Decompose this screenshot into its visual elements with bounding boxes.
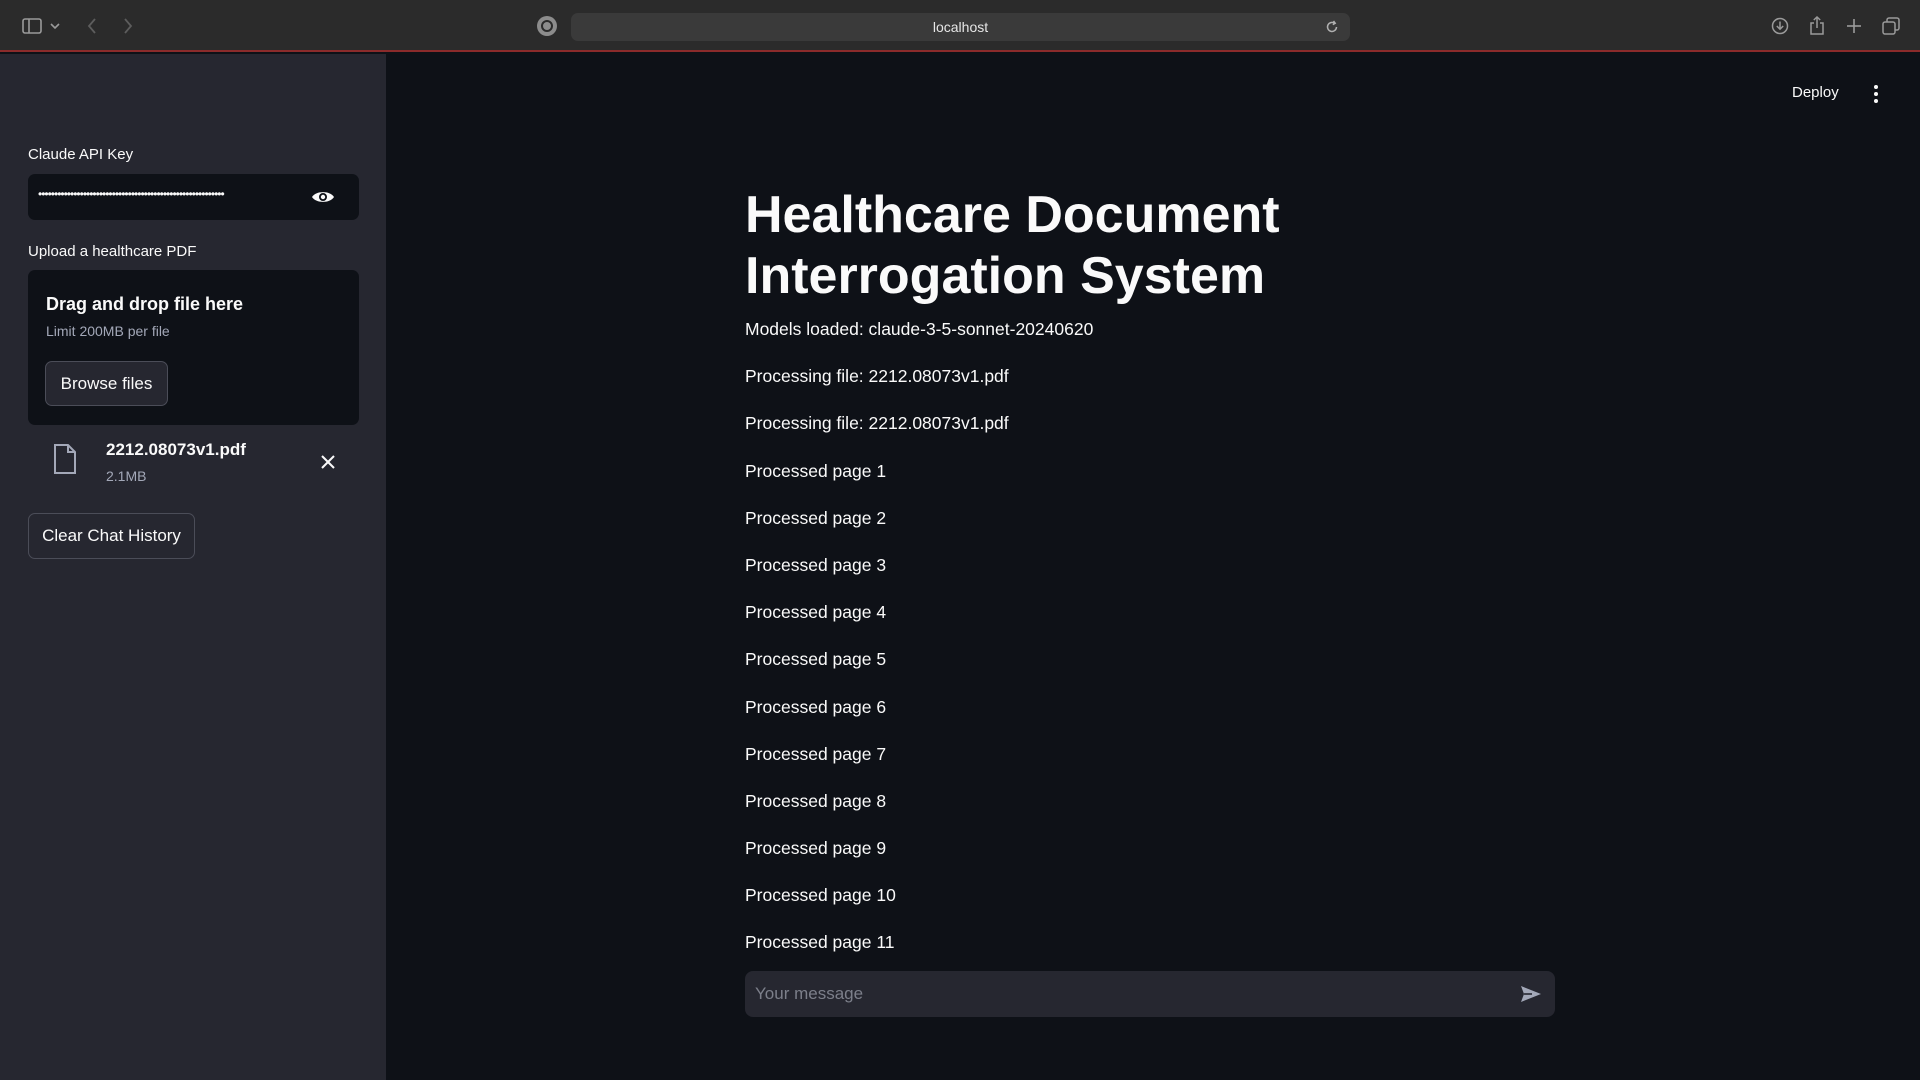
dropzone-title: Drag and drop file here bbox=[46, 294, 244, 314]
log-line: Processed page 8 bbox=[745, 790, 887, 811]
tabs-icon[interactable] bbox=[1879, 14, 1903, 38]
chat-input-bar bbox=[745, 971, 1555, 1017]
kebab-menu-icon[interactable] bbox=[1866, 82, 1886, 106]
chevron-down-icon[interactable] bbox=[48, 14, 62, 38]
uploaded-file: 2212.08073v1.pdf 2.1MB bbox=[28, 434, 359, 494]
file-size: 2.1MB bbox=[106, 468, 147, 484]
file-dropzone[interactable]: Drag and drop file here Limit 200MB per … bbox=[28, 270, 359, 425]
plus-icon[interactable] bbox=[1842, 14, 1866, 38]
log-line: Processed page 6 bbox=[745, 696, 887, 717]
log-line: Models loaded: claude-3-5-sonnet-2024062… bbox=[745, 319, 1094, 339]
page-title: Healthcare Document Interrogation System bbox=[745, 186, 1280, 305]
send-icon[interactable] bbox=[1519, 983, 1543, 1005]
sidebar: Claude API Key •••••••••••••••••••••••••… bbox=[0, 54, 386, 1080]
browse-files-button[interactable]: Browse files bbox=[45, 361, 168, 406]
log-line: Processed page 11 bbox=[745, 932, 895, 953]
reload-icon[interactable] bbox=[1322, 17, 1342, 37]
sidebar-icon[interactable] bbox=[20, 14, 44, 38]
file-name: 2212.08073v1.pdf bbox=[106, 440, 246, 459]
processing-log: Models loaded: claude-3-5-sonnet-2024062… bbox=[745, 318, 1565, 953]
log-line: Processed page 5 bbox=[745, 649, 887, 670]
site-icon bbox=[537, 16, 557, 36]
chevron-left-icon[interactable] bbox=[80, 14, 104, 38]
download-icon[interactable] bbox=[1768, 14, 1792, 38]
log-line: Processing file: 2212.08073v1.pdf bbox=[745, 366, 1009, 387]
log-line: Processed page 9 bbox=[745, 838, 887, 859]
log-line: Processed page 2 bbox=[745, 507, 887, 528]
url-text: localhost bbox=[932, 19, 989, 35]
file-icon bbox=[53, 444, 81, 476]
dropzone-limit: Limit 200MB per file bbox=[46, 323, 170, 339]
api-key-value: ••••••••••••••••••••••••••••••••••••••••… bbox=[38, 187, 225, 201]
log-line: Processing file: 2212.08073v1.pdf bbox=[745, 413, 1009, 434]
clear-chat-history-button[interactable]: Clear Chat History bbox=[28, 513, 195, 559]
share-icon[interactable] bbox=[1805, 14, 1829, 38]
address-bar[interactable]: localhost bbox=[571, 13, 1350, 41]
log-line: Processed page 1 bbox=[745, 460, 887, 481]
deploy-button[interactable]: Deploy bbox=[1792, 84, 1839, 101]
log-line: Processed page 10 bbox=[745, 885, 896, 906]
close-icon[interactable] bbox=[318, 452, 338, 472]
eye-icon[interactable] bbox=[311, 186, 335, 208]
chevron-right-icon[interactable] bbox=[116, 14, 140, 38]
browser-toolbar: localhost bbox=[0, 0, 1920, 52]
log-line: Processed page 3 bbox=[745, 554, 887, 575]
log-line: Processed page 7 bbox=[745, 743, 887, 764]
api-key-label: Claude API Key bbox=[28, 146, 134, 163]
api-key-input[interactable]: ••••••••••••••••••••••••••••••••••••••••… bbox=[28, 174, 359, 220]
log-line: Processed page 4 bbox=[745, 602, 887, 623]
upload-label: Upload a healthcare PDF bbox=[28, 243, 197, 260]
chat-input[interactable] bbox=[745, 971, 1505, 1017]
